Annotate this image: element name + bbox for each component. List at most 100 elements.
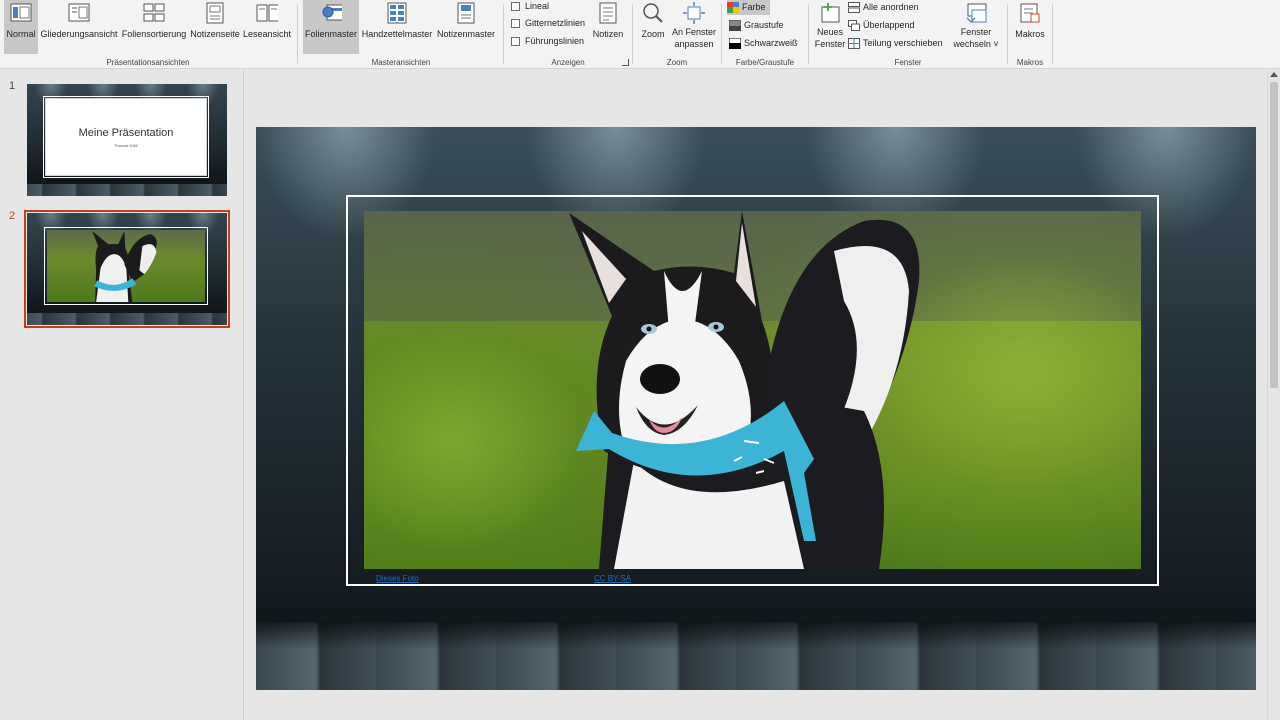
- color-label: Farbe: [742, 2, 766, 12]
- new-window-label-line1: Neues: [816, 27, 843, 37]
- guides-checkbox[interactable]: Führungslinien: [511, 34, 584, 48]
- handout-master-icon: [386, 1, 408, 25]
- notes-button[interactable]: Notizen: [589, 0, 627, 54]
- group-color-grayscale: Farbe Graustufe Schwarzweiß Farbe/Graust…: [723, 0, 807, 69]
- group-presentation-views: Normal Gliederungsansicht Foliensortieru…: [0, 0, 296, 69]
- macros-icon: [1019, 1, 1041, 25]
- slide-master-label: Folienmaster: [304, 29, 358, 39]
- grayscale-button[interactable]: Graustufe: [729, 17, 784, 33]
- slide-thumbnail-1[interactable]: Meine Präsentation Thomas Kößl: [27, 84, 227, 196]
- macros-label: Makros: [1015, 29, 1045, 39]
- notes-page-icon: [204, 1, 226, 25]
- notes-master-icon: [455, 1, 477, 25]
- ruler-checkbox[interactable]: Lineal: [511, 0, 549, 13]
- new-window-button[interactable]: Neues Fenster: [812, 0, 848, 54]
- notes-page-button[interactable]: Notizenseite: [188, 0, 242, 54]
- move-split-button[interactable]: Teilung verschieben: [848, 35, 943, 51]
- slide-master-button[interactable]: Folienmaster: [303, 0, 359, 54]
- group-label-window: Fenster: [894, 58, 922, 67]
- group-master-views: Folienmaster Handzettelmaster Notizenmas…: [300, 0, 502, 69]
- notes-master-label: Notizenmaster: [436, 29, 496, 39]
- scrollbar-thumb[interactable]: [1270, 82, 1278, 388]
- fit-to-window-button[interactable]: An Fenster anpassen: [670, 0, 718, 54]
- slide-master-icon: [320, 1, 342, 25]
- black-white-icon: [729, 37, 741, 49]
- thumbnail-floor: [27, 184, 227, 196]
- vertical-scrollbar[interactable]: [1267, 70, 1280, 720]
- slide-sorter-button[interactable]: Foliensortierung: [120, 0, 188, 54]
- switch-windows-button[interactable]: Fenster wechseln ˅: [950, 0, 1002, 54]
- photo-credit-link[interactable]: Dieses Foto: [376, 574, 419, 583]
- checkbox-box: [511, 36, 520, 46]
- group-label-macros: Makros: [1016, 58, 1044, 67]
- reading-view-button[interactable]: Leseansicht: [242, 0, 292, 54]
- ribbon: Normal Gliederungsansicht Foliensortieru…: [0, 0, 1280, 69]
- move-split-label: Teilung verschieben: [863, 38, 943, 48]
- scroll-up-icon[interactable]: [1270, 72, 1278, 77]
- group-label-presentation-views: Präsentationsansichten: [106, 58, 190, 67]
- fit-to-window-label-line2: anpassen: [674, 39, 714, 49]
- handout-master-button[interactable]: Handzettelmaster: [360, 0, 434, 54]
- license-link[interactable]: CC BY-SA: [594, 574, 631, 583]
- group-label-master-views: Masteransichten: [371, 58, 431, 67]
- arrange-all-icon: [848, 1, 860, 13]
- checkbox-box: [511, 1, 520, 11]
- grayscale-label: Graustufe: [744, 20, 784, 30]
- checkbox-box: [511, 18, 520, 28]
- normal-view-icon: [10, 1, 32, 25]
- dialog-launcher-icon[interactable]: [622, 59, 629, 66]
- switch-windows-label-line1: Fenster: [960, 27, 992, 37]
- color-button[interactable]: Farbe: [727, 0, 770, 15]
- slide-thumbnails-panel: 1 Meine Präsentation Thomas Kößl 2: [0, 70, 244, 720]
- color-icon: [727, 1, 739, 13]
- group-zoom: Zoom An Fenster anpassen Zoom: [634, 0, 720, 69]
- dog-thumbnail-image: [92, 231, 157, 302]
- slide-number: 2: [9, 210, 16, 222]
- black-white-button[interactable]: Schwarzweiß: [729, 35, 798, 51]
- slide-wooden-floor: [256, 622, 1256, 690]
- thumbnail-dog-photo: [47, 230, 205, 302]
- husky-dog-image: [364, 211, 1141, 569]
- cascade-label: Überlappend: [863, 20, 915, 30]
- cascade-button[interactable]: Überlappend: [848, 17, 915, 33]
- current-slide[interactable]: Dieses Foto CC BY-SA: [256, 127, 1256, 690]
- gridlines-checkbox[interactable]: Gitternetzlinien: [511, 16, 585, 30]
- switch-windows-icon: [965, 1, 987, 25]
- fit-to-window-icon: [683, 1, 705, 25]
- dog-photo[interactable]: [364, 211, 1141, 569]
- group-show: Lineal Gitternetzlinien Führungslinien N…: [505, 0, 631, 69]
- ribbon-separator: [297, 4, 298, 64]
- normal-view-button[interactable]: Normal: [4, 0, 38, 54]
- slide-number: 1: [9, 80, 16, 92]
- ribbon-separator: [721, 4, 722, 64]
- thumbnail-floor: [27, 313, 227, 325]
- gridlines-label: Gitternetzlinien: [525, 18, 586, 28]
- outline-view-button[interactable]: Gliederungsansicht: [40, 0, 118, 54]
- zoom-button[interactable]: Zoom: [636, 0, 670, 54]
- switch-windows-label-line2: wechseln ˅: [953, 39, 999, 49]
- normal-view-label: Normal: [6, 29, 36, 39]
- thumbnail-title: Meine Präsentation: [78, 126, 174, 139]
- arrange-all-button[interactable]: Alle anordnen: [848, 0, 919, 15]
- guides-label: Führungslinien: [525, 36, 585, 46]
- group-label-zoom: Zoom: [666, 58, 688, 67]
- macros-button[interactable]: Makros: [1011, 0, 1049, 54]
- ribbon-separator: [808, 4, 809, 64]
- group-macros: Makros Makros: [1009, 0, 1051, 69]
- thumbnail-subtitle: Thomas Kößl: [114, 142, 138, 148]
- notes-label: Notizen: [592, 29, 624, 39]
- group-window: Neues Fenster Alle anordnen Überlappend …: [810, 0, 1006, 69]
- slide-thumbnail-2[interactable]: [24, 210, 230, 328]
- magnifier-icon: [642, 1, 664, 25]
- notes-page-label: Notizenseite: [190, 29, 240, 39]
- notes-icon: [597, 1, 619, 25]
- black-white-label: Schwarzweiß: [744, 38, 798, 48]
- ribbon-separator: [1007, 4, 1008, 64]
- ribbon-separator: [1052, 4, 1053, 64]
- arrange-all-label: Alle anordnen: [863, 2, 919, 12]
- reading-view-label: Leseansicht: [242, 29, 292, 39]
- new-window-icon: [819, 1, 841, 25]
- handout-master-label: Handzettelmaster: [361, 29, 433, 39]
- new-window-label-line2: Fenster: [814, 39, 846, 49]
- notes-master-button[interactable]: Notizenmaster: [434, 0, 498, 54]
